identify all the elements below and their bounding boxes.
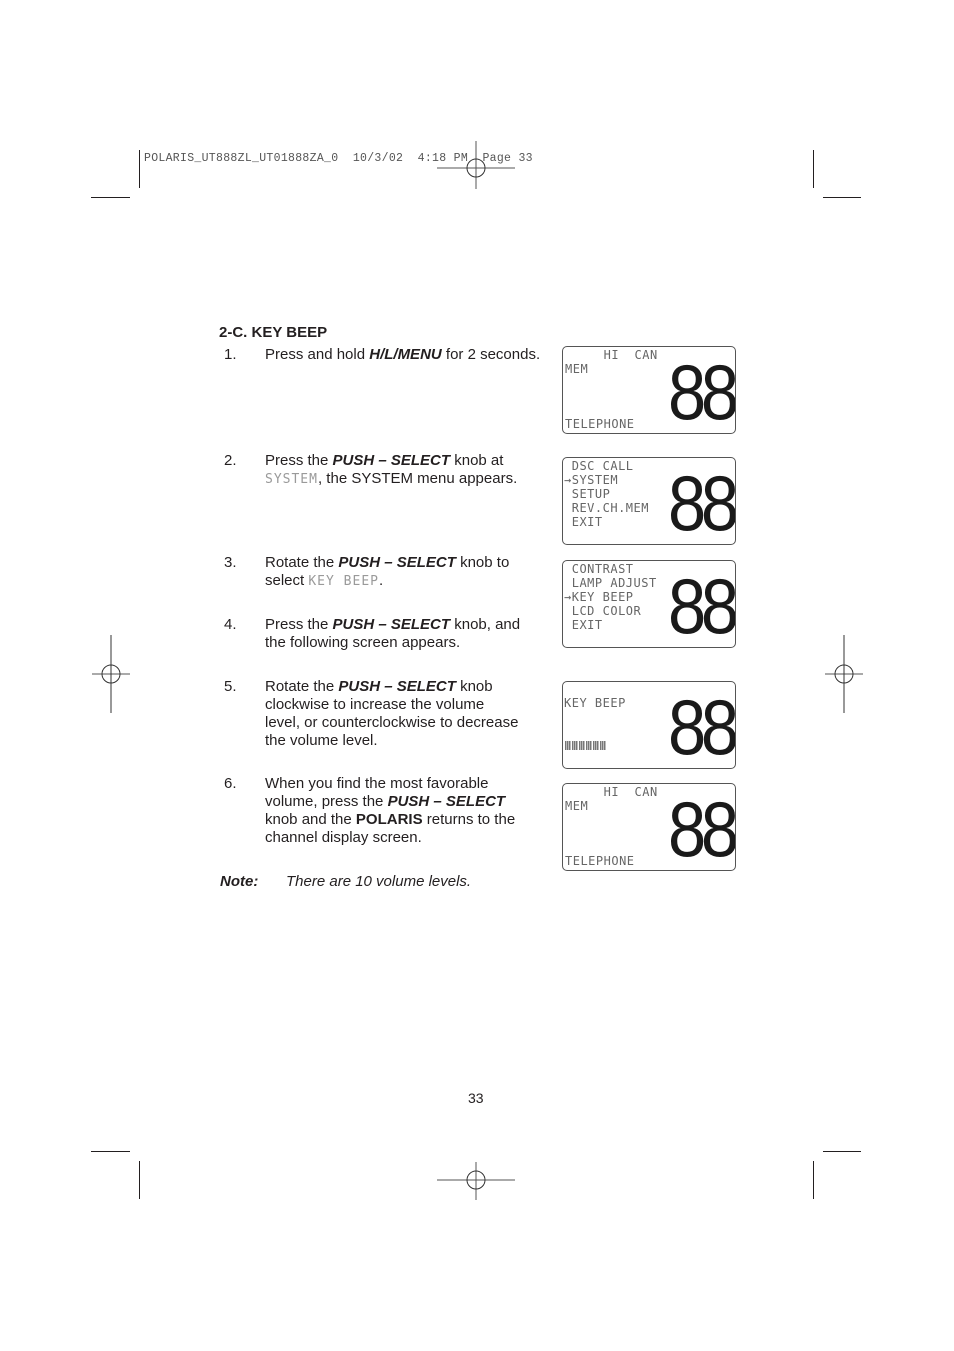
text: , the SYSTEM menu appears. bbox=[317, 470, 518, 487]
lcd-display-channel-return: HI CAN MEM TELEPHONE 88 bbox=[562, 783, 736, 871]
menu-item: CONTRAST bbox=[564, 562, 634, 576]
text: knob and the bbox=[265, 811, 356, 828]
crop-mark bbox=[823, 197, 861, 198]
crop-mark bbox=[139, 150, 140, 188]
step-number: 3. bbox=[224, 554, 237, 571]
text: for 2 seconds. bbox=[441, 346, 541, 363]
lcd-text: KEY BEEP bbox=[308, 574, 379, 589]
lcd-channel-number: 88 bbox=[668, 683, 735, 769]
crop-mark bbox=[813, 1161, 814, 1199]
key-label: PUSH – SELECT bbox=[387, 793, 506, 810]
text: Press and hold bbox=[265, 346, 370, 363]
lcd-channel-number: 88 bbox=[668, 348, 735, 434]
lcd-status-top: HI CAN bbox=[565, 348, 658, 362]
note-label: Note: bbox=[220, 873, 259, 890]
menu-item: EXIT bbox=[564, 515, 603, 529]
menu-item-selected: →SYSTEM bbox=[564, 473, 619, 487]
volume-block bbox=[586, 741, 592, 750]
volume-block bbox=[579, 741, 585, 750]
step-text: Press the PUSH – SELECT knob, and the fo… bbox=[265, 616, 525, 652]
text: Press the bbox=[265, 452, 333, 469]
crop-mark bbox=[91, 197, 130, 198]
lcd-channel-number: 88 bbox=[668, 459, 735, 545]
step-text: Rotate the PUSH – SELECT knob to select … bbox=[265, 554, 540, 591]
text: knob at bbox=[450, 452, 504, 469]
lcd-telephone: TELEPHONE bbox=[565, 854, 635, 868]
volume-block bbox=[593, 741, 599, 750]
lcd-display-key-beep: KEY BEEP 88 bbox=[562, 681, 736, 769]
key-label: PUSH – SELECT bbox=[332, 452, 451, 469]
note-text: There are 10 volume levels. bbox=[286, 873, 472, 890]
menu-item: LCD COLOR bbox=[564, 604, 642, 618]
lcd-mem: MEM bbox=[565, 362, 589, 376]
registration-mark-top bbox=[437, 141, 515, 189]
note: Note: There are 10 volume levels. bbox=[220, 873, 471, 890]
brand-name: POLARIS bbox=[355, 811, 423, 828]
lcd-display-channel: HI CAN MEM TELEPHONE 88 bbox=[562, 346, 736, 434]
menu-item: LAMP ADJUST bbox=[564, 576, 657, 590]
step-number: 1. bbox=[224, 346, 237, 363]
volume-block bbox=[572, 741, 578, 750]
step-number: 4. bbox=[224, 616, 237, 633]
step-text: When you find the most favorable volume,… bbox=[265, 775, 530, 847]
key-label: PUSH – SELECT bbox=[338, 554, 456, 571]
step-text: Press the PUSH – SELECT knob at SYSTEM, … bbox=[265, 452, 535, 489]
step-text: Press and hold H/L/MENU for 2 seconds. bbox=[265, 346, 545, 364]
crop-mark bbox=[139, 1161, 140, 1199]
page-number: 33 bbox=[468, 1090, 484, 1106]
menu-item: EXIT bbox=[564, 618, 603, 632]
menu-item-selected: →KEY BEEP bbox=[564, 590, 634, 604]
print-slug: POLARIS_UT888ZL_UT01888ZA_0 10/3/02 4:18… bbox=[144, 152, 533, 165]
volume-block bbox=[565, 741, 571, 750]
lcd-telephone: TELEPHONE bbox=[565, 417, 635, 431]
lcd-channel-number: 88 bbox=[668, 785, 735, 871]
menu-item: SETUP bbox=[564, 487, 611, 501]
crop-mark bbox=[813, 150, 814, 188]
text: Rotate the bbox=[265, 554, 339, 571]
lcd-display-system-menu: CONTRAST LAMP ADJUST →KEY BEEP LCD COLOR… bbox=[562, 560, 736, 648]
crop-mark bbox=[91, 1151, 130, 1152]
volume-level-bar bbox=[565, 741, 606, 750]
key-label: PUSH – SELECT bbox=[332, 616, 451, 633]
key-label: PUSH – SELECT bbox=[338, 678, 456, 695]
menu-item: REV.CH.MEM bbox=[564, 501, 649, 515]
menu-item: DSC CALL bbox=[564, 459, 634, 473]
text: Rotate the bbox=[265, 678, 339, 695]
registration-mark-bottom bbox=[437, 1162, 515, 1200]
step-number: 5. bbox=[224, 678, 237, 695]
step-number: 6. bbox=[224, 775, 237, 792]
lcd-display-main-menu: DSC CALL →SYSTEM SETUP REV.CH.MEM EXIT 8… bbox=[562, 457, 736, 545]
step-text: Rotate the PUSH – SELECT knob clockwise … bbox=[265, 678, 520, 750]
volume-block bbox=[600, 741, 606, 750]
lcd-channel-number: 88 bbox=[668, 562, 735, 648]
crop-mark bbox=[823, 1151, 861, 1152]
key-label: H/L/MENU bbox=[369, 346, 442, 363]
text: Press the bbox=[265, 616, 333, 633]
registration-mark-right bbox=[825, 635, 863, 713]
lcd-mem: MEM bbox=[565, 799, 589, 813]
step-number: 2. bbox=[224, 452, 237, 469]
text: . bbox=[378, 572, 384, 589]
lcd-text: SYSTEM bbox=[265, 472, 318, 487]
lcd-title: KEY BEEP bbox=[564, 696, 626, 710]
registration-mark-left bbox=[92, 635, 130, 713]
lcd-status-top: HI CAN bbox=[565, 785, 658, 799]
section-heading: 2-C. KEY BEEP bbox=[219, 324, 328, 341]
